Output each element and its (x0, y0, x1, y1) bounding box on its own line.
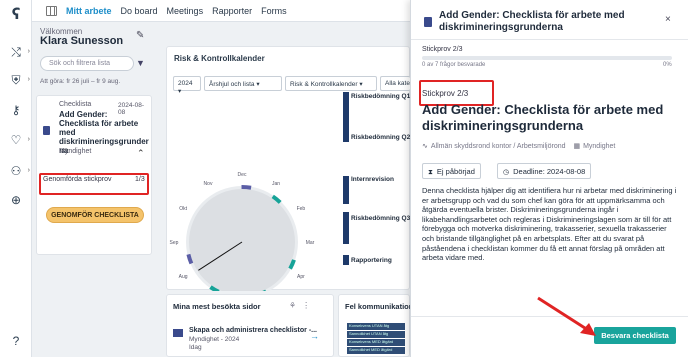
document-icon (424, 17, 432, 27)
card-meta: Myndighet (59, 148, 92, 155)
page-icon (173, 329, 183, 337)
search-filter-input[interactable]: Sök och filtrera lista (40, 56, 134, 71)
drawer-title: Add Gender: Checklista för arbete med di… (439, 10, 625, 33)
nav-rapporter[interactable]: Rapporter (212, 6, 252, 16)
answered-count: 0 av 7 frågor besvarade (422, 62, 486, 68)
month-label: Mar (306, 240, 315, 246)
arrow-right-icon[interactable]: → (310, 331, 319, 341)
drawer-body: Stickprov 2/3 Add Gender: Checklista för… (411, 73, 688, 357)
progress-bar (422, 56, 672, 60)
month-label: Dec (238, 172, 247, 178)
chevron-right-icon: › (27, 48, 30, 55)
status-pill: ⧗ Ej påbörjad (422, 163, 481, 179)
heart-icon[interactable]: ♡ (8, 132, 24, 148)
fel-row: Sannolikhet UTAN åtg (347, 331, 405, 338)
logo-icon[interactable]: ʕ (8, 5, 24, 23)
close-icon[interactable]: × (665, 14, 671, 25)
visits-title: Mina mest besökta sidor (173, 302, 261, 311)
risk-control-calendar: Risk & Kontrollkalender 2024 ▾ Årshjul o… (166, 46, 410, 291)
chevron-right-icon: › (27, 136, 30, 143)
visited-item-title[interactable]: Skapa och administrera checklistor -... (189, 327, 317, 334)
visited-item-when: Idag (189, 344, 202, 351)
month-label: Sep (170, 240, 179, 246)
welcome-panel: Välkommen Klara Sunesson ✎ Sök och filtr… (32, 22, 162, 357)
nav-mitt-arbete[interactable]: Mitt arbete (66, 6, 112, 16)
hourglass-icon: ⧗ (428, 169, 433, 176)
visited-item-sub: Myndighet - 2024 Idag (189, 336, 239, 352)
panel-actions-icon[interactable]: ⚘⋮ (289, 301, 316, 310)
perform-checklist-button[interactable]: GENOMFÖR CHECKLISTA (46, 207, 144, 223)
plus-circle-icon[interactable]: ⊕ (8, 192, 24, 208)
chevron-up-icon[interactable]: ⌃ (137, 148, 145, 159)
checklist-icon (43, 126, 50, 135)
month-label: Jan (272, 181, 280, 187)
year-wheel: DecJanFebMarAprMajJunJulAugSepOktNov (170, 172, 315, 291)
legend-internrevision[interactable]: Internrevision (343, 176, 394, 183)
chevron-right-icon: › (27, 167, 30, 174)
shuffle-icon[interactable]: ⤭ (8, 44, 24, 60)
nav-meetings[interactable]: Meetings (167, 6, 204, 16)
month-label: Nov (204, 181, 213, 187)
highlight-box (39, 173, 149, 195)
wheel-inner (189, 189, 295, 291)
drawer-footer: Besvara checklista (411, 316, 688, 357)
todo-period: Att göra: fr 26 juli – fr 9 aug. (40, 78, 121, 85)
chip-type: Myndighet (583, 143, 616, 150)
legend-rapportering[interactable]: Rapportering (343, 257, 392, 264)
chip-org: Allmän skyddsrond kontor / Arbetsmiljöro… (430, 143, 566, 150)
legend-riskbedomning-q1[interactable]: Riskbedömning Q1 (343, 93, 410, 100)
month-label: Apr (297, 274, 305, 280)
checklist-title: Add Gender: Checklista för arbete med di… (422, 102, 664, 133)
month-label: Aug (179, 274, 188, 280)
most-visited-panel: Mina mest besökta sidor ⚘⋮ Skapa och adm… (166, 294, 334, 357)
nav-forms[interactable]: Forms (261, 6, 287, 16)
fel-row: Sannolikhet MED åtgärd (347, 347, 405, 354)
stickprov-label: Stickprov 2/3 (422, 46, 463, 53)
drawer-header: Add Gender: Checklista för arbete med di… (411, 0, 688, 40)
nav-do-board[interactable]: Do board (121, 6, 158, 16)
month-label: Feb (297, 206, 306, 212)
building-icon: ▦ (573, 143, 581, 150)
deadline-text: Deadline: 2024-08-08 (513, 167, 586, 176)
deadline-pill: ◷ Deadline: 2024-08-08 (497, 163, 592, 179)
meta-chips: ∿ Allmän skyddsrond kontor / Arbetsmiljör… (422, 142, 615, 150)
chevron-right-icon: › (27, 76, 30, 83)
apps-grid-icon[interactable] (46, 5, 57, 16)
shield-icon[interactable]: ⛨ (8, 72, 24, 88)
fel-row: Konsekvens UTAN åtg (347, 323, 405, 330)
user-name: Klara Sunesson (40, 35, 124, 47)
filter-icon[interactable]: ▼ (136, 58, 145, 68)
edit-pencil-icon[interactable]: ✎ (136, 30, 144, 41)
month-label: Okt (179, 206, 187, 212)
checklist-drawer: Add Gender: Checklista för arbete med di… (410, 0, 688, 357)
answer-checklist-button[interactable]: Besvara checklista (594, 327, 676, 344)
checklist-card[interactable]: Checklista 2024-08-08 Add Gender: Checkl… (36, 95, 152, 255)
help-icon[interactable]: ? (8, 333, 24, 349)
checklist-description: Denna checklista hjälper dig att identif… (422, 186, 677, 263)
fel-title: Fel kommunikation (345, 302, 411, 311)
status-text: Ej påbörjad (436, 167, 475, 176)
progress-percent: 0% (663, 62, 672, 68)
icon-rail: ʕ ⤭ › ⛨ › ⚷ ♡ › ⚇ › ⊕ ? (0, 0, 32, 357)
activity-arc[interactable] (241, 185, 252, 190)
legend-riskbedomning-q2[interactable]: Riskbedömning Q2 (343, 134, 410, 141)
card-type: Checklista (59, 101, 92, 108)
legend-riskbedomning-q3[interactable]: Riskbedömning Q3 (343, 215, 410, 222)
key-icon[interactable]: ⚷ (8, 102, 24, 118)
fel-row: Konsekvens MED åtgärd (347, 339, 405, 346)
clock-icon: ◷ (503, 169, 510, 176)
visited-item-org: Myndighet - 2024 (189, 336, 240, 343)
wave-icon: ∿ (422, 143, 428, 150)
people-icon[interactable]: ⚇ (8, 163, 24, 179)
fel-kommunikation-panel: Fel kommunikation Konsekvens UTAN åtg Sa… (338, 294, 411, 357)
